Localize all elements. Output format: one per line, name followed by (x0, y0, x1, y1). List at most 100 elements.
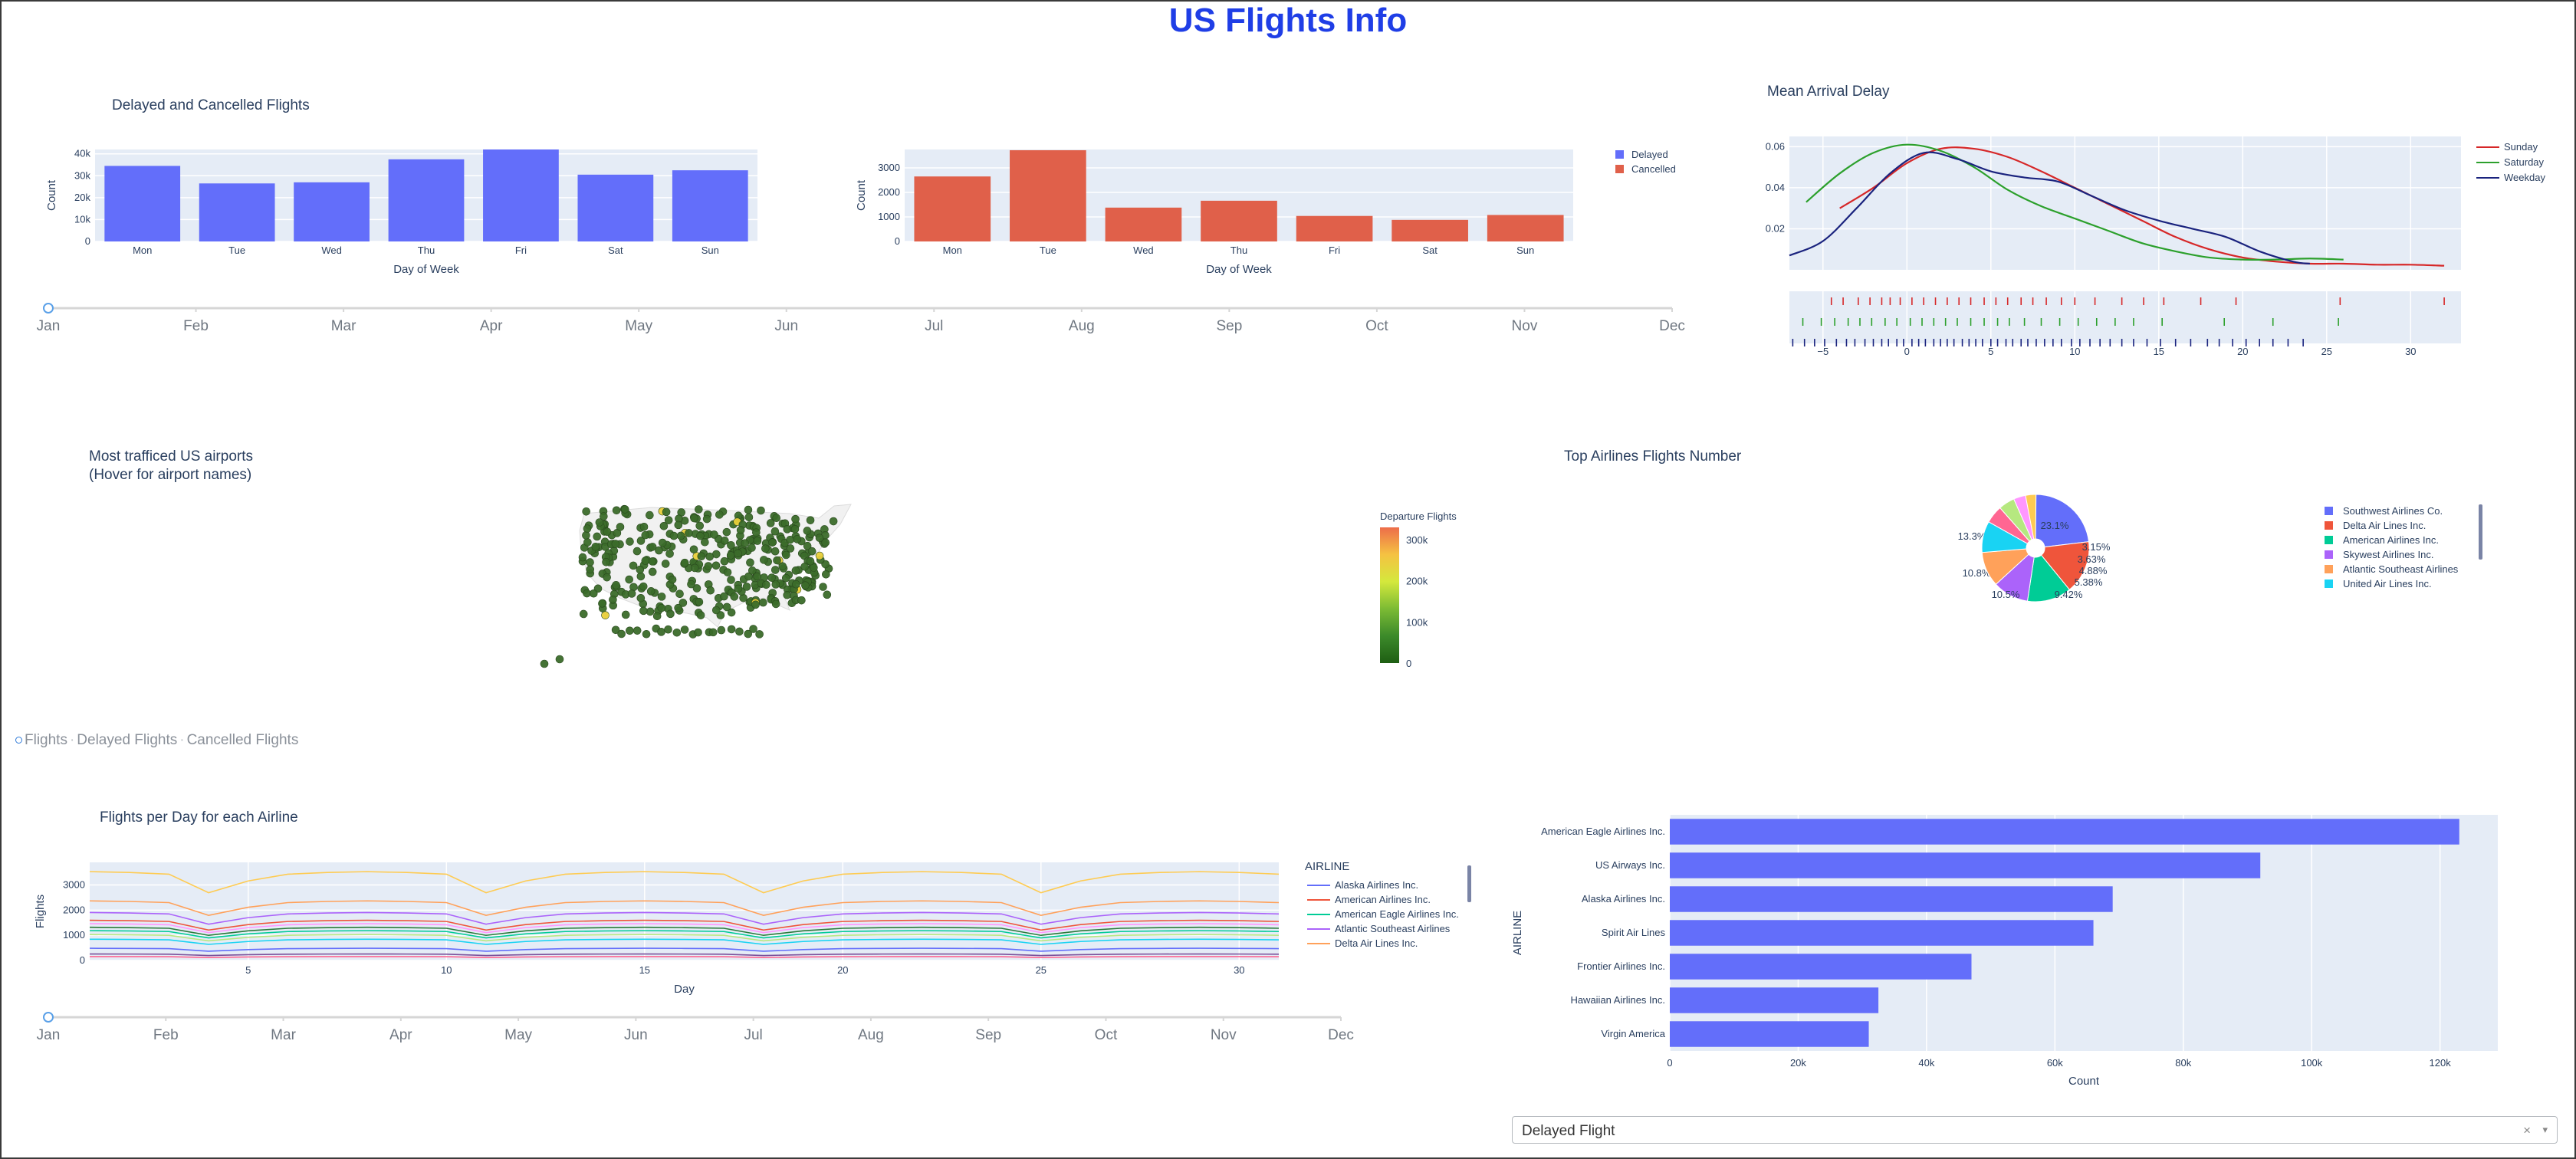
airport-point (675, 589, 684, 599)
airport-point (749, 625, 757, 633)
airport-point (611, 540, 620, 548)
radio-cancelled-flights[interactable]: Cancelled Flights (187, 732, 299, 748)
airport-point (603, 527, 612, 537)
airport-point (768, 538, 777, 547)
airport-point (636, 565, 645, 574)
y-axis-title: AIRLINE (1511, 911, 1524, 955)
chevron-down-icon[interactable]: ▾ (2542, 1124, 2548, 1136)
y-tick-label: Alaska Airlines Inc. (1582, 893, 1665, 905)
airport-point (690, 563, 699, 573)
airport-point (662, 507, 671, 517)
airport-point (720, 592, 728, 601)
slider-handle (43, 1012, 54, 1023)
airport-point (722, 527, 731, 537)
slider-month-label: Aug (1069, 318, 1095, 334)
x-axis-title: Day of Week (1206, 263, 1272, 276)
airport-point (823, 590, 832, 599)
slider-handle (43, 303, 54, 314)
airport-point (620, 505, 629, 514)
x-tick-label: Tue (1040, 245, 1056, 256)
bar (483, 149, 559, 241)
airport-point (762, 580, 770, 589)
radio-flights[interactable]: Flights (25, 732, 67, 748)
y-tick-label: 1000 (878, 211, 900, 222)
legend-label: Southwest Airlines Co. (2343, 505, 2443, 517)
airport-point (680, 558, 689, 567)
slider-month-label: Jun (774, 318, 798, 334)
x-tick-label: 30 (1234, 964, 1244, 976)
airport-point (583, 524, 592, 533)
airport-point (772, 514, 781, 523)
mean-arrival-delay-title: Mean Arrival Delay (1767, 84, 1890, 100)
airport-point (706, 586, 715, 595)
airport-point (589, 589, 598, 598)
legend-label: Atlantic Southeast Airlines (1335, 923, 1451, 934)
clear-icon[interactable]: × (2523, 1123, 2531, 1138)
airports-map[interactable] (537, 491, 889, 675)
airport-point (678, 599, 688, 607)
legend-label: Skywest Airlines Inc. (2343, 549, 2434, 560)
flight-type-dropdown[interactable]: Delayed Flight × ▾ (1512, 1116, 2558, 1144)
colorbar-tick-label: 200k (1406, 576, 1428, 587)
month-slider-bottom[interactable]: Jan Feb Mar Apr May Jun Jul Aug Sep Oct Nov Dec (0, 1004, 1472, 1046)
slider-month-label: Sep (975, 1027, 1001, 1043)
flights-per-day-chart[interactable]: 0 1000 2000 3000 5 10 15 20 25 30 Day Flights AIRLIN… (0, 851, 1503, 996)
airport-point (771, 599, 780, 609)
slider-month-label: Nov (1512, 318, 1538, 334)
airport-point (617, 629, 626, 639)
bar (1010, 149, 1086, 241)
month-slider-top[interactable]: Jan Feb Mar Apr May Jun Jul Aug Sep Oct Nov Dec (0, 295, 1702, 337)
pie-title: Top Airlines Flights Number (1564, 448, 1742, 465)
delayed-cancelled-chart[interactable]: 0 10k 20k 30k 40k Mon Tue Wed Thu Fri Sat Sun Day of… (0, 138, 1725, 291)
pie-slice-label: 10.5% (1992, 589, 2020, 600)
airport-point (741, 539, 750, 547)
legend-label: Saturday (2504, 156, 2545, 168)
plot-background (1789, 136, 2461, 270)
x-tick-label: Fri (1329, 245, 1340, 256)
airport-point (674, 520, 683, 530)
airport-point (639, 522, 649, 531)
airport-point (696, 611, 705, 619)
airport-point (625, 575, 633, 584)
legend-label: Weekday (2504, 172, 2545, 183)
slider-month-label: Jul (744, 1027, 762, 1043)
slider-month-label: Jun (624, 1027, 648, 1043)
legend-label: Cancelled (1631, 163, 1676, 175)
mean-arrival-delay-chart[interactable]: 0.02 0.04 0.06 Sunday Saturday Weekday −5 0 5 10 1… (1725, 123, 2568, 364)
airport-point (792, 580, 800, 589)
slider-month-label: Jan (37, 1027, 61, 1043)
airport-point (586, 565, 594, 574)
bar (1487, 215, 1564, 241)
traffic-type-radio-group[interactable]: Flights · Delayed Flights · Cancelled Flight… (15, 732, 298, 749)
airport-point (708, 628, 718, 637)
top-airlines-pie[interactable]: 23.1%16%13.3%10.8%10.5%9.42%5.38%4.88%3.… (1932, 491, 2147, 613)
airport-point (759, 598, 767, 607)
y-tick-label: 20k (74, 192, 90, 203)
airport-point (829, 517, 838, 526)
airport-point (748, 566, 757, 575)
airport-point (710, 530, 718, 539)
radio-delayed-flights[interactable]: Delayed Flights (77, 732, 177, 748)
delayed-by-airline-chart[interactable]: 0 20k 40k 60k 80k 100k 120k American Eagle Airl… (1503, 809, 2499, 1092)
airport-point (612, 506, 621, 515)
radio-selected-icon[interactable] (15, 737, 22, 744)
pie-legend[interactable]: Southwest Airlines Co. Delta Air Lines In… (2315, 503, 2507, 595)
airport-point (664, 516, 673, 524)
airport-point (690, 514, 698, 523)
airport-point (641, 557, 650, 565)
airport-point (621, 610, 630, 619)
x-tick-label: 20 (2237, 346, 2248, 357)
x-tick-label: 120k (2430, 1057, 2452, 1069)
airport-point (626, 537, 634, 546)
legend-swatch (2325, 580, 2333, 588)
bar (388, 159, 465, 241)
airport-point (680, 625, 689, 634)
airport-point (734, 549, 742, 558)
airport-point (819, 583, 827, 591)
airport-point (626, 626, 634, 635)
airport-point (748, 543, 756, 552)
airport-point (636, 572, 646, 581)
slider-month-label: Apr (389, 1027, 412, 1043)
bar (104, 166, 181, 241)
airport-point (705, 552, 715, 561)
